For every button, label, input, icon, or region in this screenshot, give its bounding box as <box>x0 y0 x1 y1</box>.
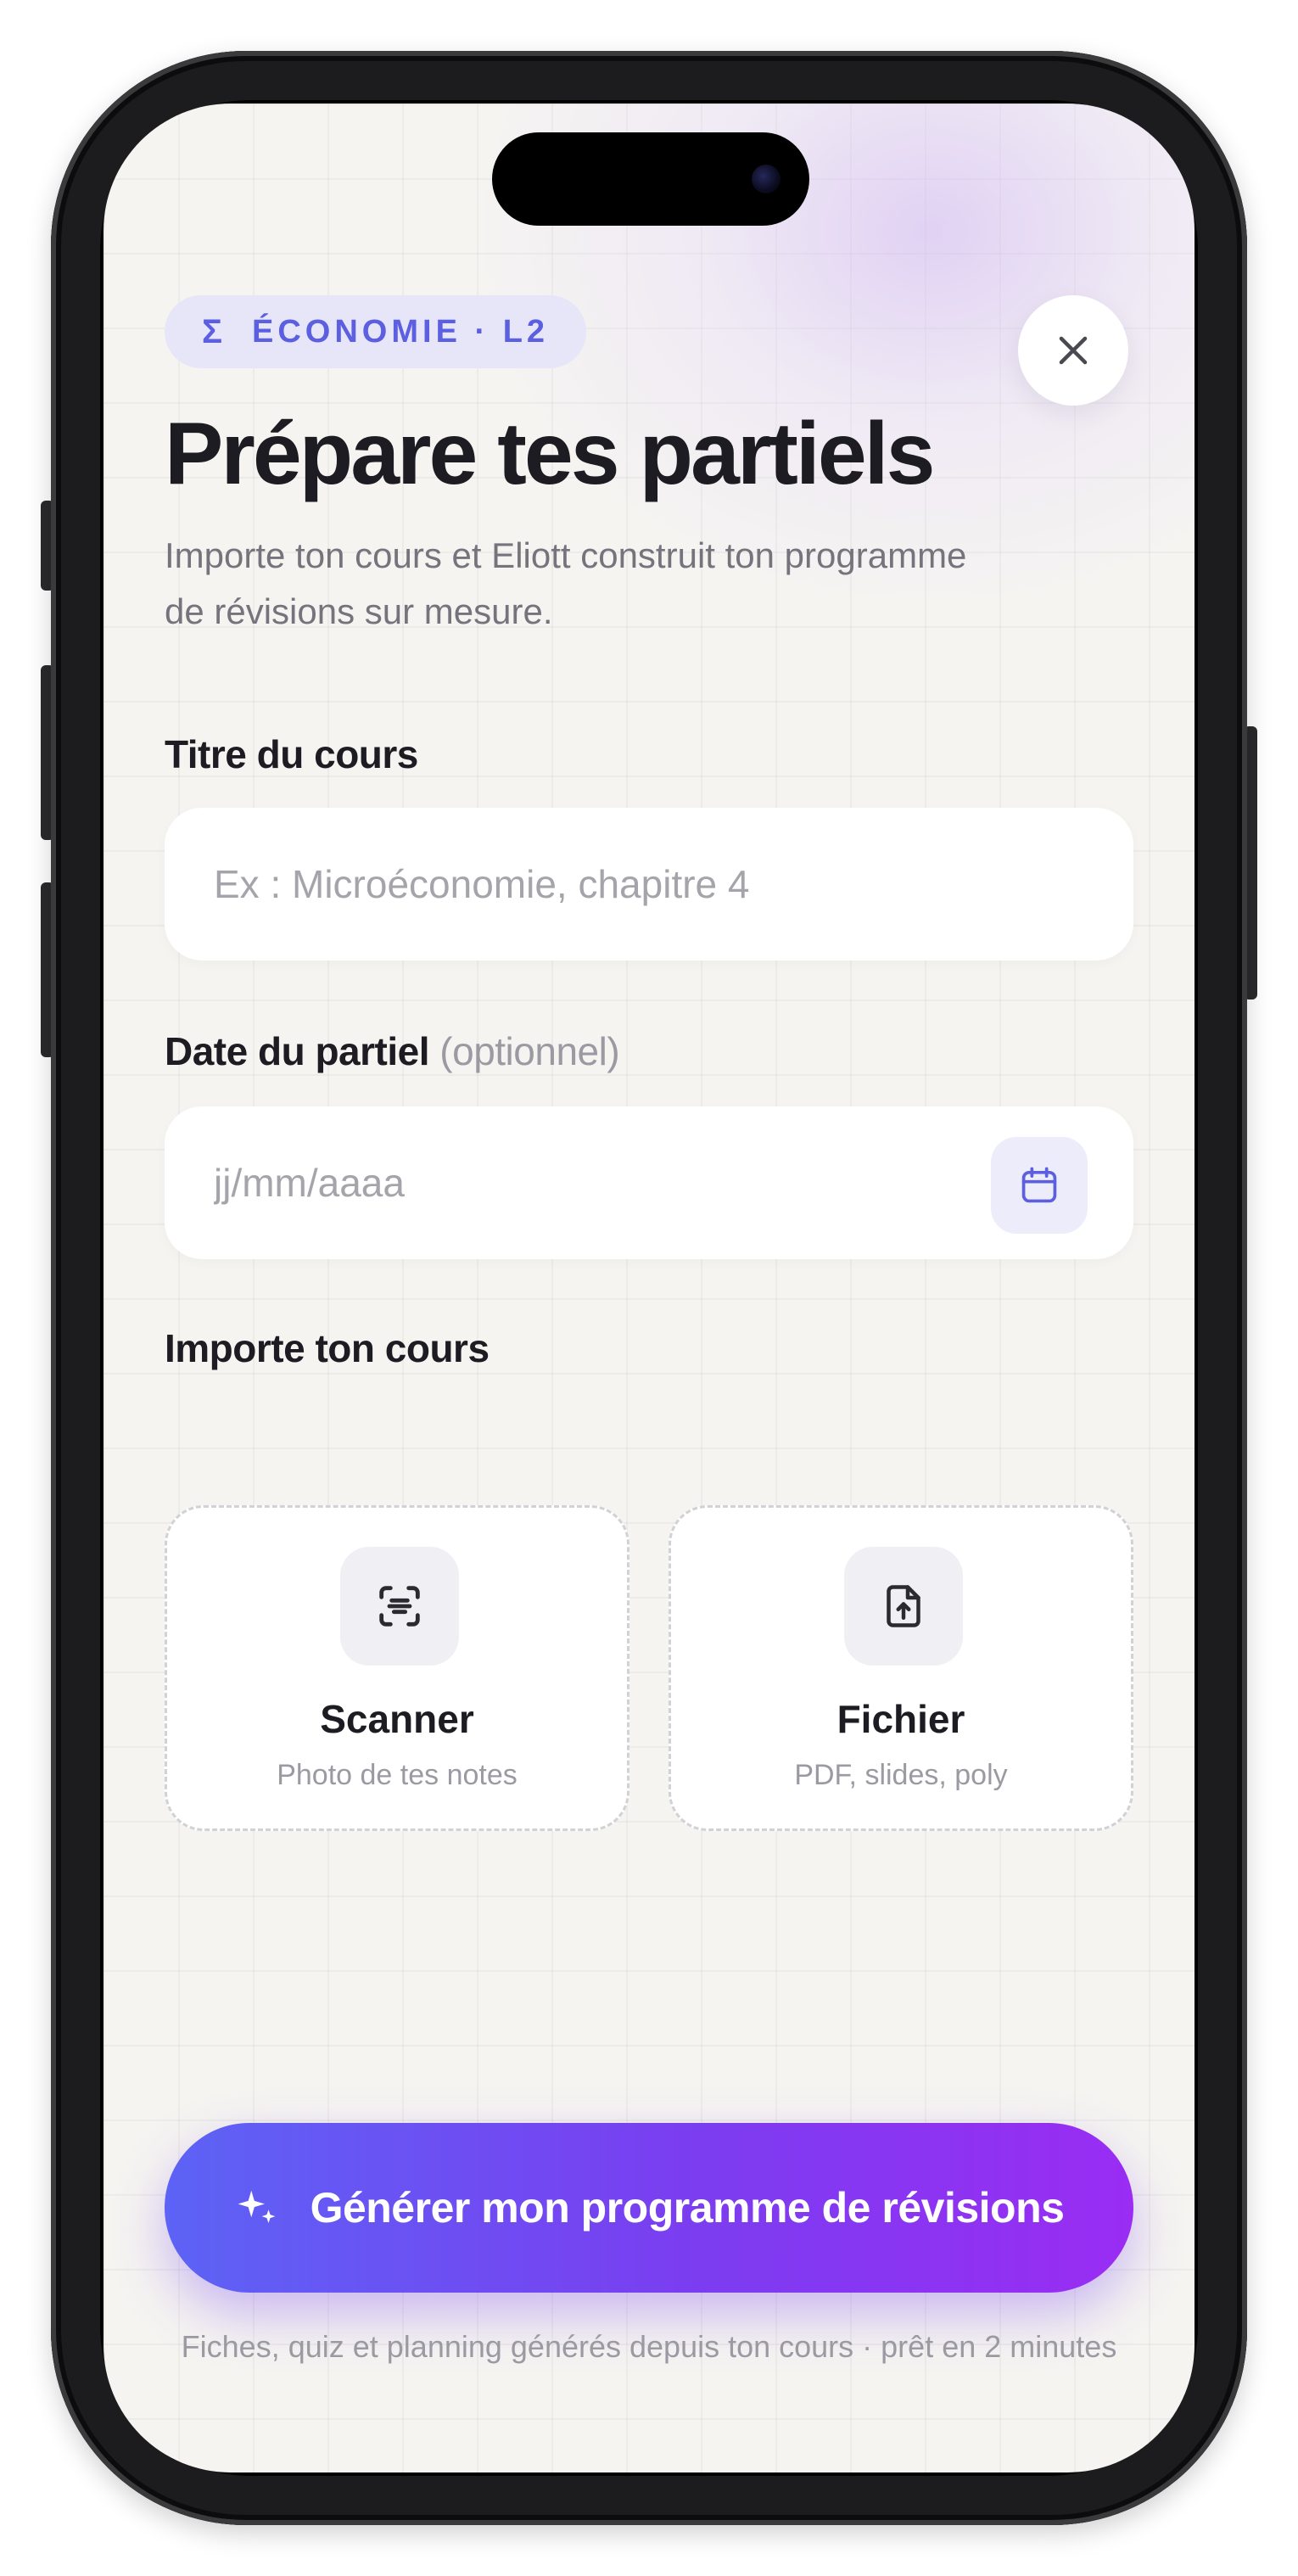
scanner-option-card[interactable]: Scanner Photo de tes notes <box>165 1505 629 1831</box>
close-button[interactable] <box>1018 295 1128 406</box>
dynamic-island <box>492 132 809 226</box>
subject-label: ÉCONOMIE · L2 <box>252 313 550 350</box>
subject-badge: Σ ÉCONOMIE · L2 <box>165 295 587 368</box>
page-subtitle: Importe ton cours et Eliott construit to… <box>165 535 967 631</box>
sigma-icon: Σ <box>202 312 227 350</box>
page-title: Prépare tes partiels <box>165 405 935 503</box>
import-label: Importe ton cours <box>165 1326 490 1370</box>
exam-date-label: Date du partiel (optionnel) <box>165 1028 620 1074</box>
front-camera <box>752 165 780 193</box>
course-title-field[interactable] <box>165 808 1133 960</box>
footnote: Fiches, quiz et planning générés depuis … <box>181 2329 1117 2364</box>
scan-document-icon <box>379 1586 420 1627</box>
calendar-icon <box>1021 1167 1057 1203</box>
close-icon <box>1059 336 1088 365</box>
scanner-icon-tile <box>340 1547 459 1666</box>
sparkles-icon <box>238 2190 275 2223</box>
exam-date-field[interactable] <box>165 1106 1133 1259</box>
calendar-button[interactable] <box>991 1137 1088 1234</box>
scanner-subtitle: Photo de tes notes <box>277 1759 518 1791</box>
exam-date-label-text: Date du partiel <box>165 1029 430 1073</box>
file-subtitle: PDF, slides, poly <box>794 1759 1008 1791</box>
exam-date-input[interactable] <box>212 1159 979 1207</box>
scanner-title: Scanner <box>320 1697 474 1741</box>
file-option-card[interactable]: Fichier PDF, slides, poly <box>669 1505 1133 1831</box>
file-title: Fichier <box>836 1697 965 1741</box>
course-title-label: Titre du cours <box>165 732 418 776</box>
file-icon-tile <box>844 1547 963 1666</box>
generate-button-label: Générer mon programme de révisions <box>310 2184 1065 2232</box>
exam-date-optional: (optionnel) <box>439 1029 620 1073</box>
file-upload-icon <box>887 1585 920 1627</box>
course-title-input[interactable] <box>212 860 979 908</box>
app-screen: Σ ÉCONOMIE · L2 Prépare tes partiels Imp… <box>104 104 1194 2472</box>
generate-program-button[interactable]: Générer mon programme de révisions <box>165 2123 1133 2293</box>
